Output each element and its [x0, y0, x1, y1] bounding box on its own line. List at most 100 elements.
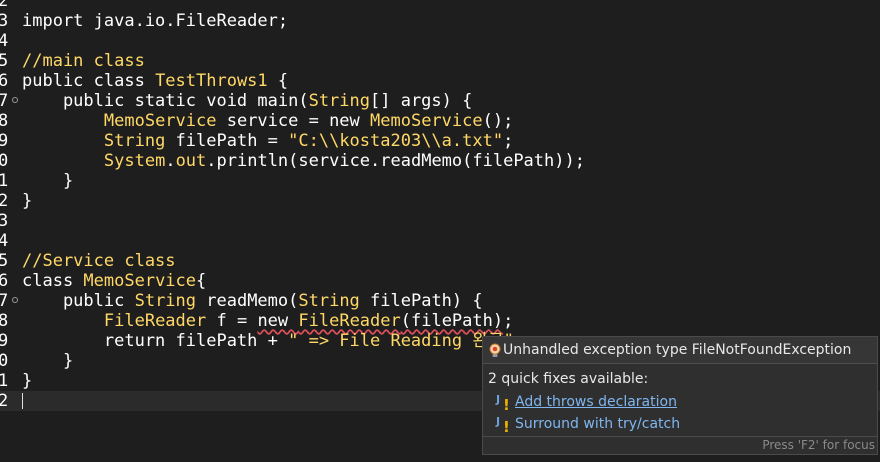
code-token: new	[257, 311, 299, 331]
quick-fix-popup: Unhandled exception type FileNotFoundExc…	[482, 336, 878, 455]
quick-fix-label[interactable]: Surround with try/catch	[515, 416, 680, 432]
code-text: public class TestThrows1 {	[22, 71, 288, 91]
code-token: out	[175, 151, 207, 171]
code-line[interactable]: 6 public class TestThrows1 {	[0, 71, 880, 91]
java-quickfix-icon: J!	[496, 415, 510, 436]
code-token: public class	[22, 71, 156, 91]
code-line[interactable]: 6 class MemoService{	[0, 271, 880, 291]
text-caret	[22, 393, 23, 409]
code-token: FileReader	[103, 311, 207, 331]
line-number: 1	[0, 371, 9, 391]
line-number: 9	[0, 331, 9, 351]
code-token: {	[196, 271, 207, 291]
code-token: {	[267, 71, 289, 91]
line-number: 3	[0, 211, 9, 231]
line-number: 1	[0, 171, 9, 191]
code-token: import java.io.FileReader;	[22, 11, 289, 31]
code-line[interactable]: 2}	[0, 191, 880, 211]
code-line[interactable]: 5 //main class	[0, 51, 880, 71]
code-line[interactable]: 1 }	[0, 171, 880, 191]
code-text: }	[22, 351, 73, 371]
line-number: 7	[0, 91, 9, 111]
line-number: 5	[0, 251, 9, 271]
popup-footer: Press 'F2' for focus	[483, 436, 877, 454]
code-token: String	[134, 291, 197, 311]
code-line[interactable]: 3 import java.io.FileReader;	[0, 11, 880, 31]
code-token: f =	[206, 311, 258, 331]
fold-toggle-icon[interactable]	[12, 97, 18, 103]
code-token: System	[103, 151, 166, 171]
popup-header: Unhandled exception type FileNotFoundExc…	[483, 337, 877, 364]
code-text: }	[22, 371, 32, 391]
quick-fix-surround-try-catch[interactable]: J! Surround with try/catch	[493, 415, 793, 436]
code-token: }	[22, 371, 33, 391]
quick-fixes-count: 2 quick fixes available:	[488, 371, 649, 387]
code-token: MemoService	[370, 111, 483, 131]
code-line[interactable]: 4	[0, 231, 880, 251]
line-number: 8	[0, 311, 9, 331]
code-token: [] args) {	[370, 91, 473, 111]
code-token: FileReader	[298, 311, 401, 331]
code-line[interactable]: 3	[0, 211, 880, 231]
code-token: TestThrows1	[155, 71, 268, 91]
code-text: public static void main(String[] args) {	[22, 91, 472, 111]
code-token: ;	[503, 131, 514, 151]
code-token: public	[22, 291, 135, 311]
code-line[interactable]: 8 MemoService service = new MemoService(…	[0, 111, 880, 131]
line-number: 8	[0, 111, 9, 131]
focus-hint: Press 'F2' for focus	[762, 438, 875, 452]
code-line[interactable]: 8 FileReader f = new FileReader(filePath…	[0, 311, 880, 331]
line-number: 2	[0, 0, 9, 11]
code-line[interactable]: 5 //Service class	[0, 251, 880, 271]
code-token: //Service class	[22, 251, 176, 271]
code-token: class	[22, 271, 84, 291]
code-token: " => File Reading 완료"	[288, 331, 514, 351]
code-token: ();	[482, 111, 514, 131]
line-number: 2	[0, 191, 9, 211]
java-quickfix-icon: J!	[496, 393, 510, 414]
code-text: FileReader f = new FileReader(filePath);	[22, 311, 513, 331]
code-token: ;	[503, 311, 514, 331]
code-token: String	[298, 291, 360, 311]
line-number: 6	[0, 71, 9, 91]
code-token: readMemo(	[196, 291, 299, 311]
code-token: (filePath)	[400, 311, 504, 331]
line-number: 0	[0, 351, 9, 371]
code-line[interactable]: 7 public static void main(String[] args)…	[0, 91, 880, 111]
fold-toggle-icon[interactable]	[12, 297, 18, 303]
line-number: 7	[0, 291, 9, 311]
code-token: .println(service.readMemo(filePath));	[206, 151, 585, 171]
code-token: return filePath +	[22, 331, 289, 351]
code-line[interactable]: 7 public String readMemo(String filePath…	[0, 291, 880, 311]
line-number: 4	[0, 31, 9, 51]
quick-fix-label[interactable]: Add throws declaration	[515, 394, 677, 410]
code-text: System.out.println(service.readMemo(file…	[22, 151, 585, 171]
code-token: }	[22, 191, 33, 211]
code-line[interactable]: 9 String filePath = "C:\\kosta203\\a.txt…	[0, 131, 880, 151]
code-token: MemoService	[83, 271, 197, 291]
error-message: Unhandled exception type FileNotFoundExc…	[503, 342, 852, 358]
code-token: String	[103, 131, 166, 151]
code-text: }	[22, 171, 73, 191]
lightbulb-error-icon	[489, 343, 501, 357]
code-text: public String readMemo(String filePath) …	[22, 291, 483, 311]
code-token: filePath =	[165, 131, 289, 151]
code-text: import java.io.FileReader;	[22, 11, 288, 31]
code-text: String filePath = "C:\\kosta203\\a.txt";	[22, 131, 513, 151]
code-token: service = new	[216, 111, 371, 131]
code-token: }	[22, 351, 74, 371]
code-line[interactable]: 4	[0, 31, 880, 51]
code-text: //Service class	[22, 251, 176, 271]
line-number: 5	[0, 51, 9, 71]
code-token: MemoService	[103, 111, 217, 131]
line-number: 0	[0, 151, 9, 171]
quick-fix-add-throws[interactable]: J! Add throws declaration	[493, 393, 793, 414]
code-token: "C:\\kosta203\\a.txt"	[288, 131, 504, 151]
code-token: }	[22, 171, 74, 191]
code-line[interactable]: 0 System.out.println(service.readMemo(fi…	[0, 151, 880, 171]
line-number: 9	[0, 131, 9, 151]
code-line[interactable]: 2	[0, 0, 880, 11]
